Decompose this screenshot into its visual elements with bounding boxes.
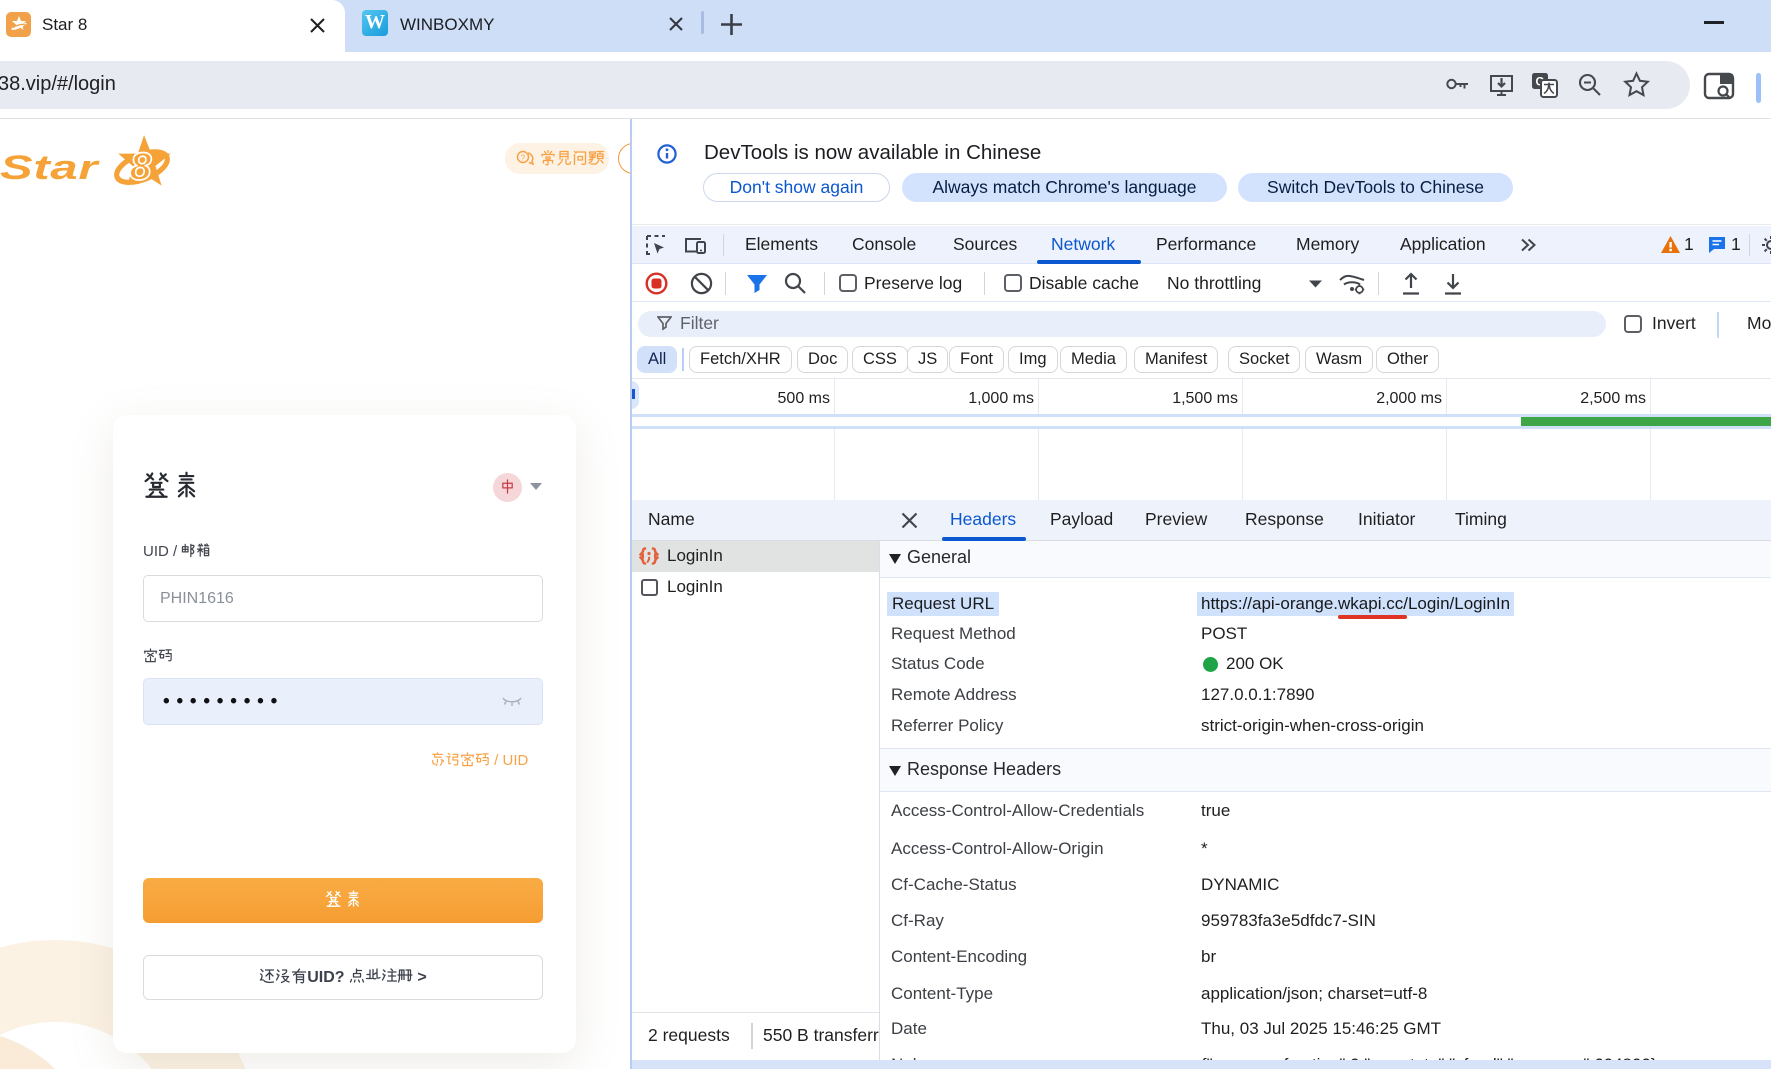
svg-text:?: ? xyxy=(521,154,526,163)
svg-text:8: 8 xyxy=(130,144,152,188)
